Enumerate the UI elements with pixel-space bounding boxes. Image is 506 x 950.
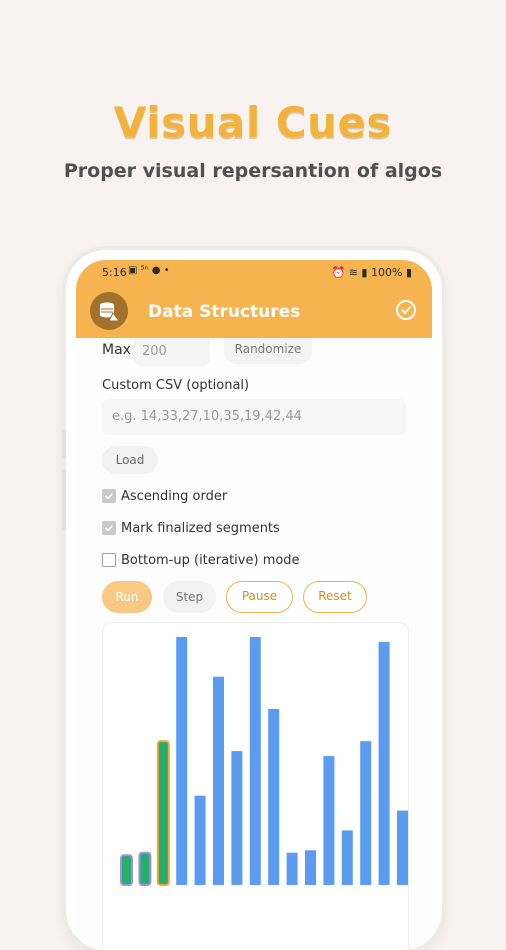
bar — [323, 756, 335, 885]
randomize-button[interactable]: Randomize — [224, 338, 312, 364]
bar — [231, 751, 243, 885]
pause-button[interactable]: Pause — [226, 581, 293, 613]
signal-icon: ▮ — [361, 266, 368, 279]
bar — [397, 810, 408, 885]
bar — [194, 795, 206, 885]
status-time: 5:16 — [102, 266, 127, 279]
csv-input[interactable]: e.g. 14,33,27,10,35,19,42,44 — [102, 399, 406, 435]
bar — [341, 830, 353, 885]
max-label: Max — [102, 342, 131, 358]
phone-side-button — [62, 470, 66, 530]
phone-frame: 5:16 ▣ ⁵ⁿ ● • ⏰ ≋ ▮ 100% ▮ Data Structur… — [66, 250, 442, 950]
load-button[interactable]: Load — [102, 446, 158, 474]
checkbox-label: Mark finalized segments — [121, 520, 280, 536]
reset-button[interactable]: Reset — [303, 581, 367, 613]
run-button[interactable]: Run — [102, 581, 152, 613]
bar — [249, 637, 261, 885]
app-logo-icon — [90, 292, 128, 330]
checkbox-label: Ascending order — [121, 488, 228, 504]
hero-subtitle: Proper visual repersantion of algos — [63, 160, 443, 182]
battery-icon: ▮ — [405, 266, 412, 279]
bar — [268, 708, 280, 885]
bar — [176, 637, 188, 885]
bar-active — [156, 740, 170, 886]
check-circle-icon[interactable] — [396, 300, 416, 320]
step-button[interactable]: Step — [163, 581, 216, 613]
csv-label: Custom CSV (optional) — [102, 378, 250, 393]
ascending-order-checkbox[interactable]: Ascending order — [102, 486, 227, 506]
bar-finalized — [138, 851, 152, 886]
checkbox-unchecked-icon[interactable] — [102, 553, 116, 567]
bar-finalized — [120, 854, 133, 887]
mark-finalized-checkbox[interactable]: Mark finalized segments — [102, 518, 280, 538]
content-area: Max 200 Randomize Custom CSV (optional) … — [76, 338, 432, 950]
wifi-icon: ≋ — [348, 266, 358, 279]
checkbox-checked-icon[interactable] — [102, 521, 116, 535]
bar — [213, 676, 224, 885]
alarm-icon: ⏰ — [331, 266, 346, 279]
max-input[interactable]: 200 — [134, 338, 210, 366]
bar — [286, 852, 298, 885]
phone-side-button — [62, 430, 66, 458]
bottom-up-checkbox[interactable]: Bottom-up (iterative) mode — [102, 550, 300, 570]
bar-chart — [120, 637, 408, 887]
sort-visualization-card — [102, 622, 409, 950]
status-bar: 5:16 ▣ ⁵ⁿ ● • ⏰ ≋ ▮ 100% ▮ — [76, 260, 432, 284]
battery-level: 100% — [370, 266, 403, 279]
checkbox-checked-icon[interactable] — [102, 489, 116, 503]
bar — [378, 641, 390, 885]
checkbox-label: Bottom-up (iterative) mode — [121, 552, 300, 568]
app-title: Data Structures — [148, 302, 301, 322]
app-bar: 5:16 ▣ ⁵ⁿ ● • ⏰ ≋ ▮ 100% ▮ Data Structur… — [76, 260, 432, 338]
hero-title: Visual Cues — [113, 98, 393, 147]
phone-screen: 5:16 ▣ ⁵ⁿ ● • ⏰ ≋ ▮ 100% ▮ Data Structur… — [76, 260, 432, 950]
bar — [305, 850, 316, 885]
status-right: ⏰ ≋ ▮ 100% ▮ — [332, 266, 413, 279]
notification-icons: ▣ ⁵ⁿ ● • — [128, 265, 170, 276]
bar — [360, 741, 372, 885]
